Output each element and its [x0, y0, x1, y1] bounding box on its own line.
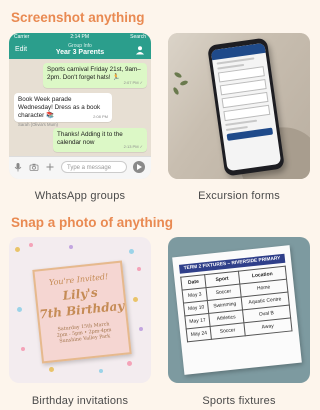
message-bubble-outgoing: Sports carnival Friday 21st, 9am–2pm. Do… [43, 63, 147, 88]
table-cell: May 24 [186, 326, 212, 342]
confetti [17, 307, 22, 312]
message-input[interactable]: Type a message [61, 161, 127, 173]
message-input-bar: Type a message [9, 156, 151, 179]
confetti [15, 247, 20, 252]
message-time: 2:07 PM ✓ [123, 80, 143, 85]
clock-label: 2:14 PM [70, 34, 90, 40]
table-cell: Soccer [210, 322, 245, 340]
confetti [133, 297, 138, 302]
confetti [137, 267, 141, 271]
excursion-card[interactable] [168, 33, 310, 179]
caption-excursion: Excursion forms [198, 190, 280, 202]
camera-icon[interactable] [29, 162, 39, 172]
message-time: 2:08 PM [93, 114, 108, 119]
sports-card[interactable]: TERM 2 FIXTURES – RIVERSIDE PRIMARY Date… [168, 237, 310, 383]
chat-area: Sports carnival Friday 21st, 9am–2pm. Do… [9, 59, 151, 157]
send-icon[interactable] [133, 161, 145, 173]
caption-whatsapp: WhatsApp groups [34, 190, 126, 202]
group-name: Year 3 Parents [55, 49, 105, 56]
carrier-label: Carrier [14, 34, 30, 40]
confetti [139, 327, 143, 331]
plus-icon[interactable] [45, 162, 55, 172]
birthday-card[interactable]: You're Invited! Lily's 7th Birthday Satu… [9, 237, 151, 383]
fixture-table: Date Sport Location May 3 Soccer Home Ma… [180, 266, 292, 343]
whatsapp-card[interactable]: Carrier 2:14 PM Search Edit Group Info Y… [9, 33, 151, 179]
search-label: Search [130, 34, 146, 40]
microphone-icon[interactable] [13, 162, 23, 172]
confetti [21, 347, 25, 351]
confetti [129, 249, 134, 254]
message-bubble-outgoing: Thanks! Adding it to the calendar now 2:… [53, 128, 147, 152]
caption-birthday: Birthday invitations [31, 395, 129, 407]
invitation-card: You're Invited! Lily's 7th Birthday Satu… [32, 260, 132, 364]
confetti [69, 245, 73, 249]
confetti [127, 361, 132, 366]
section-title-snap: Snap a photo of anything [11, 215, 173, 230]
section-title-screenshot: Screenshot anything [11, 10, 145, 25]
status-bar: Carrier 2:14 PM Search [9, 33, 151, 42]
confetti [29, 243, 33, 247]
invite-details: Saturday 15th March 2pm - 5pm • 2pm-4pm … [41, 320, 128, 347]
confetti [99, 369, 103, 373]
confetti [49, 367, 54, 372]
group-icon[interactable] [135, 45, 145, 55]
fixture-sheet: TERM 2 FIXTURES – RIVERSIDE PRIMARY Date… [172, 245, 302, 375]
message-bubble-incoming: Book Week parade Wednesday! Dress as a b… [14, 93, 112, 127]
message-time: 2:13 PM ✓ [123, 144, 143, 149]
chat-header: Edit Group Info Year 3 Parents [9, 42, 151, 59]
caption-sports: Sports fixtures [202, 395, 276, 407]
